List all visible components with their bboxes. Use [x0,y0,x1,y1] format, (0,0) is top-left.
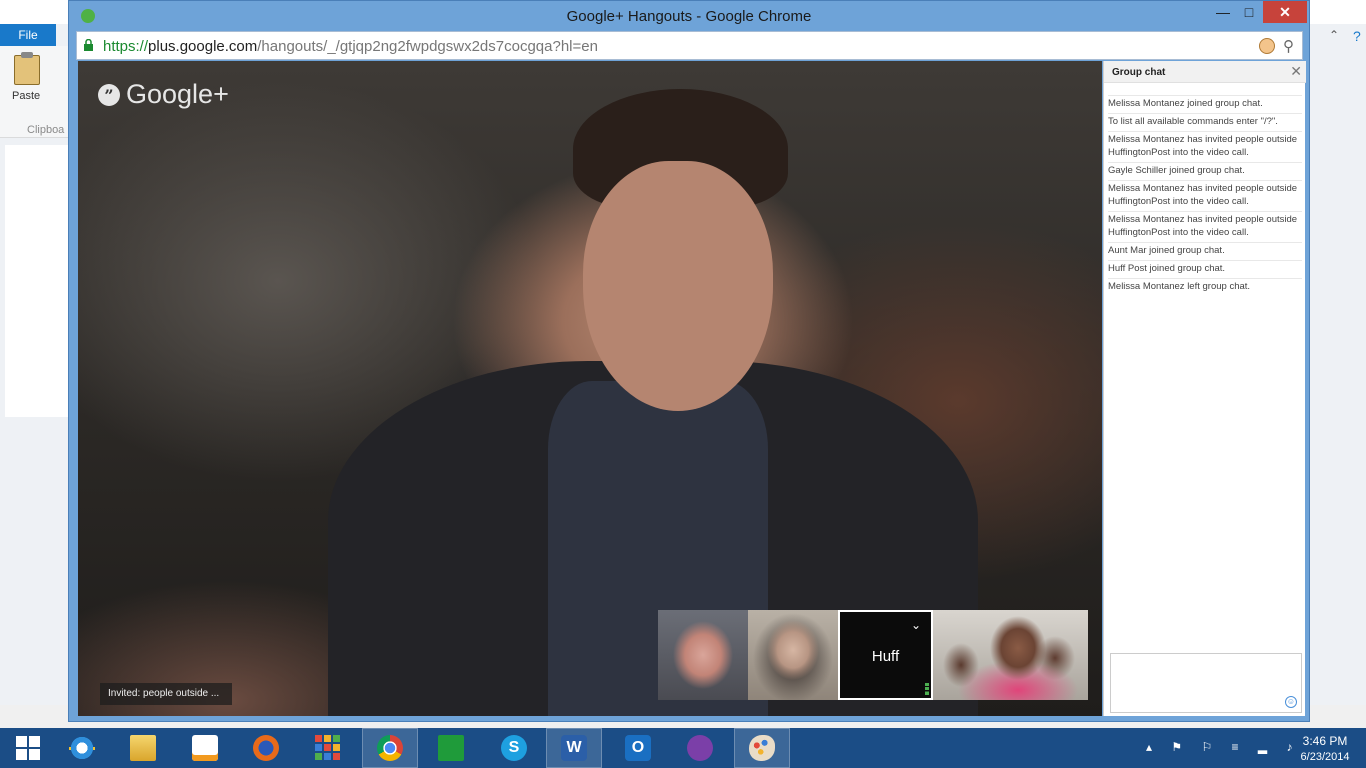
hangouts-quote-icon: ” [98,83,120,106]
outlook-icon: O [625,735,651,761]
taskbar-outlook[interactable]: O [610,728,666,768]
minimize-button[interactable]: — [1211,1,1235,23]
chat-close-icon[interactable]: ✕ [1290,63,1302,80]
participant-thumbnail[interactable] [748,610,838,700]
taskbar-apps[interactable] [300,728,356,768]
chrome-icon [377,735,403,761]
participant-thumbnail[interactable] [933,610,1088,700]
taskbar-firefox[interactable] [238,728,294,768]
paste-icon[interactable] [14,52,40,85]
taskbar-ie[interactable] [54,728,110,768]
chat-message: Melissa Montanez joined group chat. [1108,95,1302,113]
windows-logo-icon [16,736,40,760]
url-path: /hangouts/_/gtjqp2ng2fwpdgswx2ds7cocgqa?… [257,38,598,55]
chat-message: Gayle Schiller joined group chat. [1108,162,1302,180]
chat-message: To list all available commands enter "/?… [1108,113,1302,131]
address-bar[interactable]: https://plus.google.com/hangouts/_/gtjqp… [76,31,1303,60]
system-tray-icons[interactable]: ▴ ⚑ ⚐ ≡ ▂ ♪ [1146,740,1300,754]
skype-icon: S [501,735,527,761]
lock-icon [84,39,93,51]
taskbar-amazon[interactable] [177,728,233,768]
clock-time[interactable]: 3:46 PM [1300,734,1350,748]
folder-icon [130,735,156,761]
paint-palette-icon [749,735,775,761]
participant-name: Huff [871,648,900,665]
paint-file-tab[interactable]: File [0,24,56,46]
taskbar: S W O ▴ ⚑ ⚐ ≡ ▂ ♪ 3:46 PM 6/23/2014 [0,728,1366,768]
taskbar-yahoo-messenger[interactable] [672,728,728,768]
apps-grid-icon [315,735,341,761]
yahoo-messenger-icon [687,735,713,761]
ribbon-collapse-icon[interactable]: ⌃ [1329,28,1339,42]
clock-date[interactable]: 6/23/2014 [1292,751,1358,763]
paint-ribbon-right [1310,0,1366,728]
chat-header: Group chat ✕ [1104,61,1306,83]
chat-title: Group chat [1112,67,1166,78]
store-icon [438,735,464,761]
chat-input[interactable]: ☺ [1110,653,1302,713]
paint-title-area [1310,0,1366,24]
taskbar-store[interactable] [423,728,479,768]
chat-message: Melissa Montanez left group chat. [1108,278,1302,296]
chevron-down-icon[interactable]: ⌄ [911,618,921,632]
maximize-button[interactable]: □ [1237,1,1261,23]
invited-notice[interactable]: Invited: people outside ... [100,683,232,705]
help-icon[interactable]: ? [1353,28,1361,44]
paste-button-label[interactable]: Paste [12,90,40,102]
firefox-icon [253,735,279,761]
participant-filmstrip: ⌄ Huff [658,610,1088,700]
logo-text: Google+ [126,79,229,109]
close-button[interactable]: ✕ [1263,1,1307,23]
start-button[interactable] [0,728,56,768]
chat-message: Melissa Montanez has invited people outs… [1108,180,1302,211]
taskbar-file-explorer[interactable] [115,728,171,768]
participant-thumbnail-selected[interactable]: ⌄ Huff [838,610,933,700]
chrome-window: Google+ Hangouts - Google Chrome — □ ✕ h… [68,0,1310,722]
title-bar[interactable]: Google+ Hangouts - Google Chrome — □ ✕ [69,1,1309,31]
taskbar-chrome[interactable] [362,728,418,768]
clipboard-group-label: Clipboa [27,124,65,136]
chat-message: Melissa Montanez has invited people outs… [1108,131,1302,162]
chat-message-list: Melissa Montanez joined group chat. To l… [1108,95,1302,296]
paint-canvas[interactable] [5,145,68,417]
chat-message: Aunt Mar joined group chat. [1108,242,1302,260]
amazon-icon [192,735,218,761]
taskbar-skype[interactable]: S [486,728,542,768]
internet-explorer-icon [69,735,95,761]
participant-thumbnail[interactable] [658,610,748,700]
url-text[interactable]: https://plus.google.com/hangouts/_/gtjqp… [103,38,598,55]
taskbar-paint[interactable] [734,728,790,768]
chat-message: Huff Post joined group chat. [1108,260,1302,278]
taskbar-word[interactable]: W [546,728,602,768]
magnifier-icon[interactable]: ⚲ [1283,37,1294,55]
chat-message: Melissa Montanez has invited people outs… [1108,211,1302,242]
group-chat-panel: Group chat ✕ Melissa Montanez joined gro… [1103,61,1306,716]
main-video[interactable]: ” Google+ Invited: people outside ... ⌄ … [78,61,1102,716]
speaker-face [583,161,773,411]
url-scheme: https:// [103,38,149,55]
window-title: Google+ Hangouts - Google Chrome [566,8,812,25]
extension-icon[interactable] [1259,38,1275,54]
signal-strength-icon [925,683,929,695]
google-plus-logo: ” Google+ [98,79,229,110]
emoji-icon[interactable]: ☺ [1285,696,1297,708]
url-host: plus.google.com [148,38,258,55]
word-icon: W [561,735,587,761]
